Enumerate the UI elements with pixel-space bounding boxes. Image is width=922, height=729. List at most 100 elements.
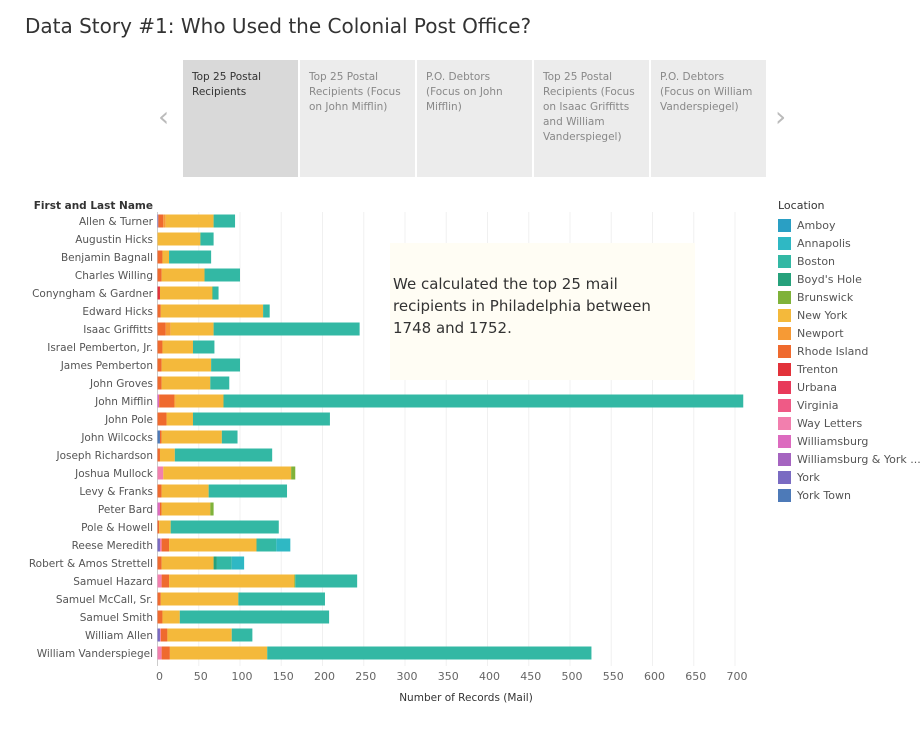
bar-segment[interactable] [157, 358, 162, 372]
bar-segment[interactable] [294, 574, 296, 588]
bar-segment[interactable] [160, 304, 264, 318]
bar-segment[interactable] [179, 610, 330, 624]
bar-segment[interactable] [157, 340, 163, 354]
bar-segment[interactable] [157, 430, 160, 444]
bar-segment[interactable] [192, 412, 330, 426]
bar-segment[interactable] [159, 538, 162, 552]
bar-segment[interactable] [238, 592, 325, 606]
bar-segment[interactable] [210, 376, 230, 390]
bar-segment[interactable] [216, 556, 232, 570]
bar-segment[interactable] [161, 574, 170, 588]
bar-segment[interactable] [157, 484, 162, 498]
bar-segment[interactable] [157, 448, 160, 462]
bar-segment[interactable] [159, 448, 175, 462]
bar-segment[interactable] [169, 574, 295, 588]
bar-segment[interactable] [169, 646, 268, 660]
bar-segment[interactable] [157, 304, 161, 318]
legend-item[interactable]: Way Letters [778, 414, 921, 432]
bar-segment[interactable] [159, 430, 162, 444]
bar-segment[interactable] [175, 394, 224, 408]
bar-segment[interactable] [204, 268, 240, 282]
bar-segment[interactable] [160, 628, 168, 642]
bar-segment[interactable] [159, 286, 212, 300]
bar-segment[interactable] [163, 466, 292, 480]
bar-segment[interactable] [223, 394, 744, 408]
bar-segment[interactable] [213, 214, 236, 228]
bar-segment[interactable] [221, 430, 238, 444]
bar-segment[interactable] [161, 502, 211, 516]
legend-item[interactable]: York Town [778, 486, 921, 504]
legend-item[interactable]: Williamsburg & York ... [778, 450, 921, 468]
bar-segment[interactable] [170, 520, 279, 534]
bar-segment[interactable] [161, 484, 209, 498]
bar-segment[interactable] [231, 628, 253, 642]
bar-segment[interactable] [276, 538, 291, 552]
bar-segment[interactable] [157, 376, 162, 390]
bar-segment[interactable] [157, 520, 160, 534]
bar-segment[interactable] [157, 286, 160, 300]
bar-segment[interactable] [157, 556, 162, 570]
bar-segment[interactable] [169, 538, 257, 552]
bar-segment[interactable] [157, 466, 164, 480]
bar-segment[interactable] [160, 592, 239, 606]
bar-segment[interactable] [263, 304, 270, 318]
bar-segment[interactable] [208, 484, 288, 498]
legend-item[interactable]: Boston [778, 252, 921, 270]
bar-segment[interactable] [163, 214, 166, 228]
bar-segment[interactable] [159, 502, 162, 516]
bar-segment[interactable] [162, 610, 180, 624]
bar-segment[interactable] [161, 268, 205, 282]
legend-item[interactable]: Amboy [778, 216, 921, 234]
bar-segment[interactable] [170, 322, 214, 336]
bar-segment[interactable] [174, 394, 176, 408]
bar-segment[interactable] [213, 556, 217, 570]
bar-segment[interactable] [211, 358, 240, 372]
legend-item[interactable]: Annapolis [778, 234, 921, 252]
bar-segment[interactable] [165, 214, 214, 228]
bar-segment[interactable] [157, 214, 159, 228]
bar-segment[interactable] [162, 250, 170, 264]
bar-segment[interactable] [161, 430, 222, 444]
legend-item[interactable]: Boyd's Hole [778, 270, 921, 288]
bar-segment[interactable] [169, 250, 212, 264]
bar-segment[interactable] [161, 538, 170, 552]
legend-item[interactable]: Brunswick [778, 288, 921, 306]
bar-segment[interactable] [159, 520, 171, 534]
bar-segment[interactable] [157, 322, 166, 336]
bar-segment[interactable] [157, 412, 167, 426]
bar-segment[interactable] [165, 322, 171, 336]
bar-segment[interactable] [174, 448, 273, 462]
bar-segment[interactable] [159, 394, 174, 408]
legend-item[interactable]: Newport [778, 324, 921, 342]
legend-item[interactable]: York [778, 468, 921, 486]
bar-segment[interactable] [256, 538, 277, 552]
bar-segment[interactable] [210, 502, 214, 516]
bar-segment[interactable] [157, 592, 161, 606]
bar-segment[interactable] [158, 214, 164, 228]
bar-segment[interactable] [157, 538, 160, 552]
bar-segment[interactable] [157, 394, 160, 408]
legend-item[interactable]: Rhode Island [778, 342, 921, 360]
bar-segment[interactable] [161, 358, 212, 372]
bar-segment[interactable] [157, 502, 160, 516]
bar-segment[interactable] [162, 340, 193, 354]
bar-segment[interactable] [157, 574, 162, 588]
bar-segment[interactable] [159, 628, 161, 642]
bar-segment[interactable] [291, 466, 296, 480]
bar-segment[interactable] [267, 646, 592, 660]
bar-segment[interactable] [200, 232, 214, 246]
legend-item[interactable]: New York [778, 306, 921, 324]
bar-segment[interactable] [166, 412, 193, 426]
legend-item[interactable]: Urbana [778, 378, 921, 396]
bar-segment[interactable] [212, 286, 219, 300]
legend-item[interactable]: Trenton [778, 360, 921, 378]
bar-segment[interactable] [161, 376, 211, 390]
bar-segment[interactable] [213, 322, 360, 336]
bar-segment[interactable] [192, 340, 215, 354]
bar-segment[interactable] [295, 574, 358, 588]
bar-segment[interactable] [157, 628, 160, 642]
bar-segment[interactable] [157, 646, 162, 660]
bar-segment[interactable] [157, 232, 201, 246]
bar-segment[interactable] [157, 250, 163, 264]
legend-item[interactable]: Virginia [778, 396, 921, 414]
